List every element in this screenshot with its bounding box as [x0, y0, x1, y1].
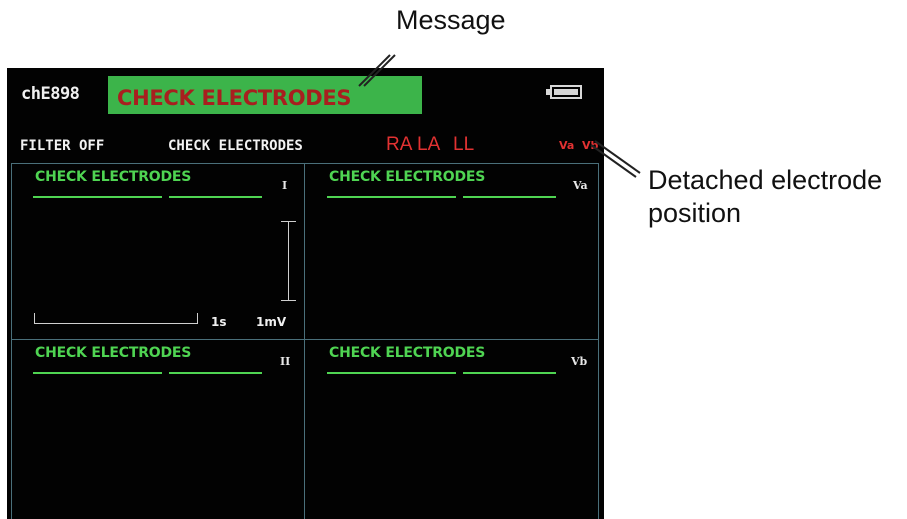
- detached-leader-line-2: [590, 144, 637, 178]
- message-leader-line-2: [363, 54, 396, 87]
- detached-leader-line: [594, 140, 641, 174]
- message-leader-line: [358, 54, 391, 87]
- callout-leader-lines: [358, 54, 641, 178]
